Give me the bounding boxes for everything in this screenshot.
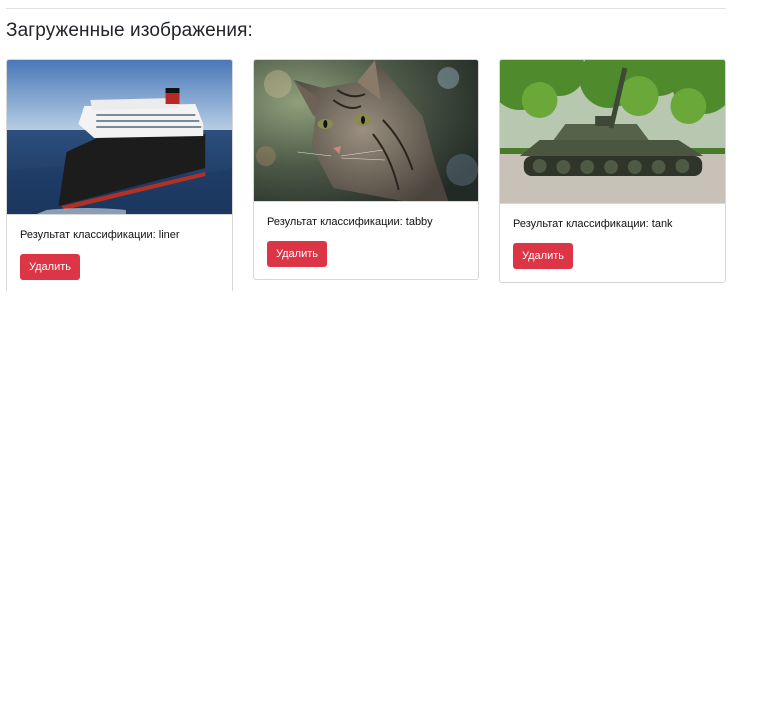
delete-button[interactable]: Удалить xyxy=(267,241,327,267)
delete-button[interactable]: Удалить xyxy=(513,243,573,269)
classification-result: Результат классификации: liner xyxy=(20,229,180,241)
liner-image xyxy=(7,60,232,215)
classification-result: Результат классификации: tank xyxy=(513,218,673,230)
image-card-tabby: Результат классификации: tabby Удалить xyxy=(253,59,479,280)
section-title: Загруженные изображения: xyxy=(6,20,253,41)
top-divider xyxy=(6,8,726,9)
image-card-tank: Результат классификации: tank Удалить xyxy=(499,59,726,283)
delete-button[interactable]: Удалить xyxy=(20,254,80,280)
image-card-liner: Результат классификации: liner Удалить xyxy=(6,59,233,291)
classification-result: Результат классификации: tabby xyxy=(267,216,433,228)
tank-image xyxy=(500,60,725,204)
tabby-image xyxy=(254,60,478,202)
